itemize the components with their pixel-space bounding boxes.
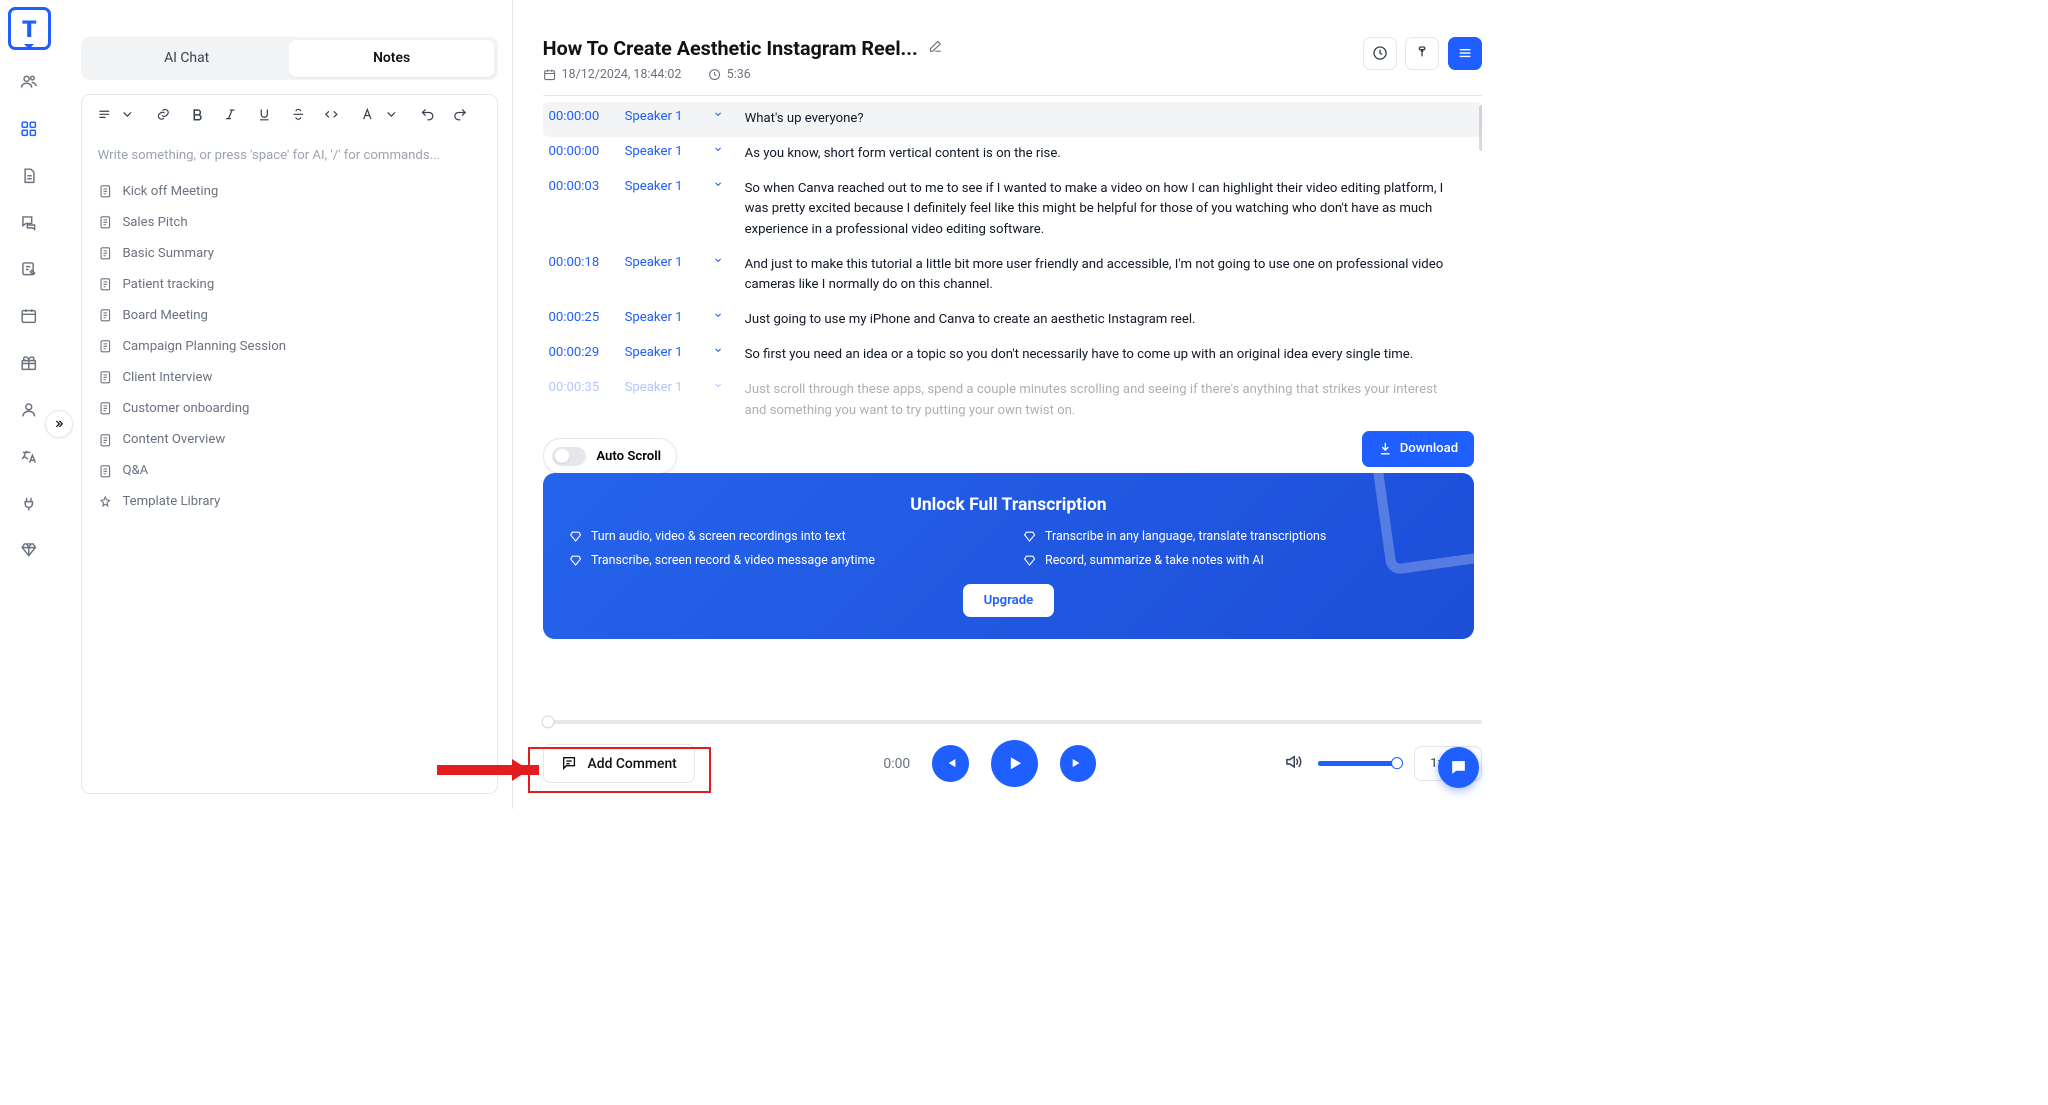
transcript-line[interactable]: 00:00:03Speaker 1So when Canva reached o… [543, 172, 1482, 248]
editor-placeholder[interactable]: Write something, or press 'space' for AI… [82, 135, 497, 169]
strikethrough-icon[interactable] [291, 105, 306, 124]
notes-tabs: AI Chat Notes [81, 37, 498, 81]
date-meta: 18/12/2024, 18:44:02 [543, 67, 682, 82]
template-item[interactable]: Client Interview [92, 363, 487, 393]
feature-item: Transcribe, screen record & video messag… [569, 553, 994, 568]
chat-icon[interactable] [15, 208, 44, 237]
edit-title-icon[interactable] [928, 39, 943, 57]
download-button[interactable]: Download [1362, 431, 1475, 466]
font-icon[interactable] [358, 105, 377, 124]
bold-icon[interactable] [190, 105, 205, 124]
code-icon[interactable] [324, 105, 339, 124]
edit-note-icon[interactable] [15, 255, 44, 284]
transcript-line[interactable]: 00:00:18Speaker 1And just to make this t… [543, 248, 1482, 303]
toggle-switch[interactable] [552, 447, 586, 466]
upgrade-button[interactable]: Upgrade [963, 584, 1054, 617]
unlock-title: Unlock Full Transcription [569, 495, 1448, 515]
template-item[interactable]: Board Meeting [92, 301, 487, 331]
duration-meta: 5:36 [708, 67, 751, 82]
italic-icon[interactable] [223, 105, 238, 124]
transcript: 00:00:00Speaker 1What's up everyone? 00:… [543, 102, 1482, 809]
template-item[interactable]: Customer onboarding [92, 394, 487, 424]
editor-toolbar [82, 95, 497, 136]
next-button[interactable] [1060, 745, 1097, 782]
paragraph-icon[interactable] [95, 105, 114, 124]
people-icon[interactable] [15, 67, 44, 96]
tab-notes[interactable]: Notes [289, 40, 494, 76]
menu-button[interactable] [1448, 37, 1482, 71]
transcript-line[interactable]: 00:00:35Speaker 1Just scroll through the… [543, 373, 1482, 428]
template-item[interactable]: Sales Pitch [92, 207, 487, 237]
annotation-box [528, 747, 711, 792]
template-item[interactable]: Basic Summary [92, 239, 487, 269]
template-item[interactable]: Kick off Meeting [92, 176, 487, 206]
plug-icon[interactable] [15, 489, 44, 518]
share-button[interactable] [1405, 37, 1439, 71]
chevron-down-icon[interactable] [118, 105, 137, 124]
play-button[interactable] [991, 740, 1038, 787]
document-icon[interactable] [15, 161, 44, 190]
template-item[interactable]: Q&A [92, 456, 487, 486]
template-item[interactable]: Content Overview [92, 425, 487, 455]
volume-slider[interactable] [1318, 761, 1399, 765]
scrollbar[interactable] [1479, 105, 1482, 152]
transcript-line[interactable]: 00:00:00Speaker 1As you know, short form… [543, 137, 1482, 172]
redo-icon[interactable] [453, 105, 468, 124]
template-item[interactable]: Patient tracking [92, 270, 487, 300]
calendar-icon[interactable] [15, 301, 44, 330]
profile-icon[interactable] [15, 395, 44, 424]
chat-fab[interactable] [1438, 747, 1479, 788]
main-content: How To Create Aesthetic Instagram Reel..… [512, 0, 1499, 809]
expand-sidebar-button[interactable] [45, 410, 73, 438]
undo-icon[interactable] [420, 105, 435, 124]
page-title: How To Create Aesthetic Instagram Reel..… [543, 37, 918, 60]
progress-bar[interactable] [543, 720, 1482, 724]
feature-item: Turn audio, video & screen recordings in… [569, 529, 994, 544]
annotation-arrow [437, 765, 539, 775]
chevron-down-icon[interactable] [382, 105, 401, 124]
link-icon[interactable] [156, 105, 171, 124]
language-icon[interactable] [15, 442, 44, 471]
dashboard-icon[interactable] [15, 114, 44, 143]
template-library[interactable]: Template Library [92, 487, 487, 517]
unlock-banner: Unlock Full Transcription Turn audio, vi… [543, 473, 1475, 639]
tab-ai-chat[interactable]: AI Chat [84, 40, 289, 76]
transcript-line[interactable]: 00:00:00Speaker 1What's up everyone? [543, 102, 1482, 137]
notes-editor: Write something, or press 'space' for AI… [81, 94, 498, 795]
transcript-line[interactable]: 00:00:25Speaker 1Just going to use my iP… [543, 303, 1482, 338]
diamond-icon[interactable] [15, 536, 44, 565]
app-logo[interactable]: T [8, 7, 50, 49]
sidebar-rail: T [0, 0, 59, 809]
template-item[interactable]: Campaign Planning Session [92, 332, 487, 362]
history-button[interactable] [1363, 37, 1397, 71]
gift-icon[interactable] [15, 348, 44, 377]
template-list: Kick off Meeting Sales Pitch Basic Summa… [82, 169, 497, 524]
prev-button[interactable] [932, 745, 969, 782]
notes-panel: AI Chat Notes [59, 0, 513, 809]
auto-scroll-toggle[interactable]: Auto Scroll [543, 438, 677, 474]
underline-icon[interactable] [257, 105, 272, 124]
transcript-line[interactable]: 00:00:29Speaker 1So first you need an id… [543, 338, 1482, 373]
volume-icon[interactable] [1284, 753, 1302, 774]
current-time: 0:00 [883, 756, 910, 772]
